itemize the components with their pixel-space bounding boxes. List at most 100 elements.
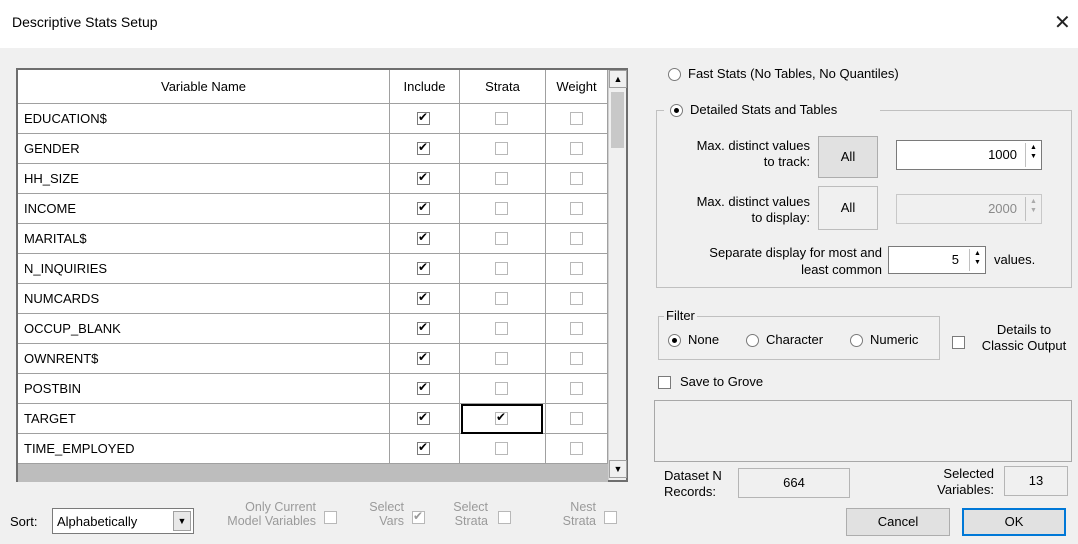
weight-checkbox[interactable] xyxy=(570,382,583,395)
weight-checkbox[interactable] xyxy=(570,442,583,455)
chevron-down-icon[interactable]: ▼ xyxy=(173,511,191,531)
filter-none-radio[interactable] xyxy=(668,334,681,347)
max-track-all-button[interactable]: All xyxy=(818,136,878,178)
table-row[interactable]: POSTBIN xyxy=(18,374,608,404)
strata-checkbox[interactable] xyxy=(495,322,508,335)
include-cell xyxy=(390,134,460,164)
include-checkbox[interactable] xyxy=(417,200,430,215)
dataset-records-value: 664 xyxy=(738,468,850,498)
column-header-include[interactable]: Include xyxy=(390,70,460,104)
column-header-weight[interactable]: Weight xyxy=(546,70,608,104)
variable-name-cell[interactable]: N_INQUIRIES xyxy=(18,254,390,284)
variable-name-cell[interactable]: MARITAL$ xyxy=(18,224,390,254)
table-row[interactable]: N_INQUIRIES xyxy=(18,254,608,284)
only-current-model-checkbox[interactable] xyxy=(324,511,337,524)
variable-grid: Variable Name Include Strata Weight EDUC… xyxy=(16,68,628,482)
weight-checkbox[interactable] xyxy=(570,262,583,275)
max-track-stepper[interactable]: ▲ ▼ xyxy=(1025,143,1041,167)
include-checkbox[interactable] xyxy=(417,320,430,335)
strata-checkbox[interactable] xyxy=(495,382,508,395)
nest-strata-checkbox[interactable] xyxy=(604,511,617,524)
strata-checkbox[interactable] xyxy=(495,442,508,455)
focused-cell-outline xyxy=(461,404,543,434)
ok-button[interactable]: OK xyxy=(962,508,1066,536)
strata-checkbox[interactable] xyxy=(495,202,508,215)
variable-name-cell[interactable]: EDUCATION$ xyxy=(18,104,390,134)
filter-numeric-radio[interactable] xyxy=(850,334,863,347)
strata-checkbox[interactable] xyxy=(495,112,508,125)
table-row[interactable]: GENDER xyxy=(18,134,608,164)
include-checkbox[interactable] xyxy=(417,230,430,245)
column-header-variable-name[interactable]: Variable Name xyxy=(18,70,390,104)
scroll-down-icon[interactable]: ▼ xyxy=(609,460,627,478)
scroll-thumb[interactable] xyxy=(611,92,624,148)
include-cell xyxy=(390,164,460,194)
weight-checkbox[interactable] xyxy=(570,322,583,335)
variable-name-cell[interactable]: OWNRENT$ xyxy=(18,344,390,374)
include-cell xyxy=(390,284,460,314)
include-checkbox[interactable] xyxy=(417,110,430,125)
close-icon[interactable]: ✕ xyxy=(1054,10,1071,35)
table-row[interactable]: INCOME xyxy=(18,194,608,224)
max-display-label: Max. distinct values to display: xyxy=(696,194,810,225)
max-display-stepper[interactable]: ▲ ▼ xyxy=(1025,197,1041,221)
select-vars-checkbox[interactable] xyxy=(412,509,425,524)
select-strata-checkbox[interactable] xyxy=(498,511,511,524)
include-checkbox[interactable] xyxy=(417,170,430,185)
separate-display-stepper[interactable]: ▲ ▼ xyxy=(969,249,985,271)
max-display-all-button[interactable]: All xyxy=(818,186,878,230)
separate-display-input[interactable]: 5 ▲ ▼ xyxy=(888,246,986,274)
table-row[interactable]: OCCUP_BLANK xyxy=(18,314,608,344)
weight-checkbox[interactable] xyxy=(570,292,583,305)
weight-checkbox[interactable] xyxy=(570,172,583,185)
strata-checkbox[interactable] xyxy=(495,262,508,275)
strata-checkbox[interactable] xyxy=(495,172,508,185)
variable-name-cell[interactable]: POSTBIN xyxy=(18,374,390,404)
include-checkbox[interactable] xyxy=(417,440,430,455)
include-cell xyxy=(390,224,460,254)
filter-character-radio[interactable] xyxy=(746,334,759,347)
variable-name-cell[interactable]: INCOME xyxy=(18,194,390,224)
variable-name-cell[interactable]: TARGET xyxy=(18,404,390,434)
sort-dropdown[interactable]: Alphabetically ▼ xyxy=(52,508,194,534)
fast-stats-radio[interactable] xyxy=(668,68,681,81)
weight-checkbox[interactable] xyxy=(570,352,583,365)
weight-checkbox[interactable] xyxy=(570,202,583,215)
scroll-up-icon[interactable]: ▲ xyxy=(609,70,627,88)
weight-checkbox[interactable] xyxy=(570,112,583,125)
save-grove-checkbox[interactable] xyxy=(658,376,671,389)
max-track-input[interactable]: 1000 ▲ ▼ xyxy=(896,140,1042,170)
strata-checkbox[interactable] xyxy=(495,142,508,155)
weight-checkbox[interactable] xyxy=(570,412,583,425)
strata-checkbox[interactable] xyxy=(495,232,508,245)
weight-checkbox[interactable] xyxy=(570,232,583,245)
include-checkbox[interactable] xyxy=(417,380,430,395)
variable-name-cell[interactable]: GENDER xyxy=(18,134,390,164)
sort-dropdown-value: Alphabetically xyxy=(57,514,138,529)
include-checkbox[interactable] xyxy=(417,260,430,275)
details-classic-checkbox[interactable] xyxy=(952,336,965,349)
column-header-strata[interactable]: Strata xyxy=(460,70,546,104)
weight-checkbox[interactable] xyxy=(570,142,583,155)
table-row[interactable]: TIME_EMPLOYED xyxy=(18,434,608,464)
table-row[interactable]: OWNRENT$ xyxy=(18,344,608,374)
strata-checkbox[interactable] xyxy=(495,292,508,305)
table-row[interactable]: HH_SIZE xyxy=(18,164,608,194)
table-row[interactable]: EDUCATION$ xyxy=(18,104,608,134)
table-row[interactable]: NUMCARDS xyxy=(18,284,608,314)
include-checkbox[interactable] xyxy=(417,290,430,305)
table-row[interactable]: TARGET xyxy=(18,404,608,434)
variable-name-cell[interactable]: OCCUP_BLANK xyxy=(18,314,390,344)
strata-checkbox[interactable] xyxy=(495,352,508,365)
max-display-input[interactable]: 2000 ▲ ▼ xyxy=(896,194,1042,224)
variable-name-cell[interactable]: NUMCARDS xyxy=(18,284,390,314)
table-row[interactable]: MARITAL$ xyxy=(18,224,608,254)
cancel-button[interactable]: Cancel xyxy=(846,508,950,536)
variable-name-cell[interactable]: HH_SIZE xyxy=(18,164,390,194)
variable-name-cell[interactable]: TIME_EMPLOYED xyxy=(18,434,390,464)
detailed-stats-radio[interactable] xyxy=(670,104,683,117)
include-checkbox[interactable] xyxy=(417,350,430,365)
include-checkbox[interactable] xyxy=(417,140,430,155)
grid-scrollbar[interactable]: ▲ ▼ xyxy=(608,70,627,480)
include-checkbox[interactable] xyxy=(417,410,430,425)
